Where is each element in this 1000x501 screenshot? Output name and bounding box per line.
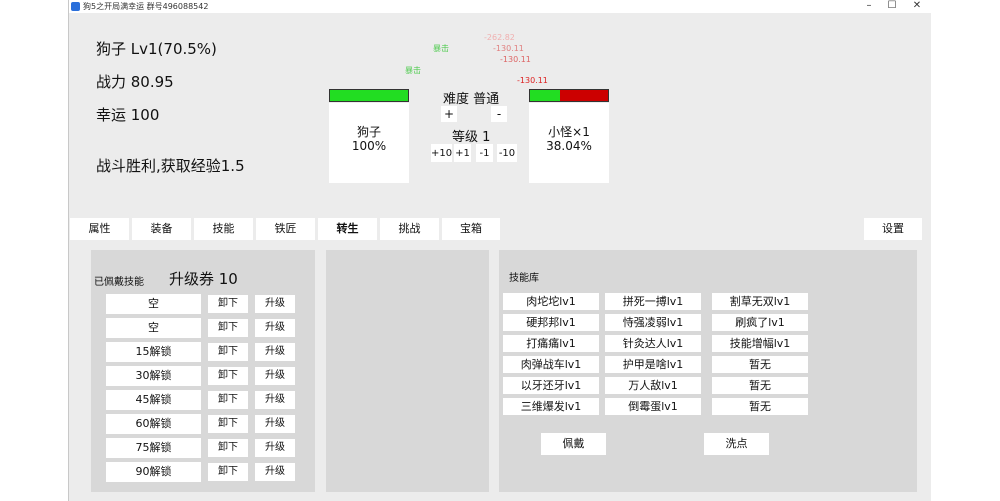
library-skill-item[interactable]: 肉弹战车lv1 bbox=[503, 356, 599, 373]
player-card: 狗子 100% bbox=[329, 103, 409, 183]
unequip-button[interactable]: 卸下 bbox=[208, 319, 248, 337]
reset-points-button[interactable]: 洗点 bbox=[704, 433, 769, 455]
library-skill-item[interactable]: 暂无 bbox=[712, 398, 808, 415]
upgrade-button[interactable]: 升级 bbox=[255, 391, 295, 409]
game-window: 狗5之开局满幸运 群号496088542 – ☐ ✕ 狗子 Lv1(70.5%)… bbox=[68, 0, 931, 501]
library-skill-item[interactable]: 暂无 bbox=[712, 377, 808, 394]
library-skill-item[interactable]: 恃强凌弱lv1 bbox=[605, 314, 701, 331]
library-skill-item[interactable]: 割草无双lv1 bbox=[712, 293, 808, 310]
library-skill-item[interactable]: 技能增幅lv1 bbox=[712, 335, 808, 352]
difficulty-plus-button[interactable]: + bbox=[441, 106, 457, 122]
skill-slot[interactable]: 15解锁 bbox=[106, 342, 201, 362]
tab-settings[interactable]: 设置 bbox=[864, 218, 922, 240]
unequip-button[interactable]: 卸下 bbox=[208, 463, 248, 481]
level-minus10-button[interactable]: -10 bbox=[497, 144, 517, 162]
upgrade-button[interactable]: 升级 bbox=[255, 343, 295, 361]
library-skill-item[interactable]: 三维爆发lv1 bbox=[503, 398, 599, 415]
title-bar: 狗5之开局满幸运 群号496088542 – ☐ ✕ bbox=[69, 0, 931, 13]
skill-slot[interactable]: 75解锁 bbox=[106, 438, 201, 458]
app-icon bbox=[71, 2, 80, 11]
level-label: 等级 1 bbox=[452, 130, 491, 145]
upgrade-button[interactable]: 升级 bbox=[255, 319, 295, 337]
enemy-hp-fill bbox=[530, 90, 560, 101]
damage-number: -130.11 bbox=[493, 44, 524, 53]
library-skill-item[interactable]: 肉坨坨lv1 bbox=[503, 293, 599, 310]
player-power: 战力 80.95 bbox=[96, 73, 174, 91]
skill-slot[interactable]: 90解锁 bbox=[106, 462, 201, 482]
skill-slot[interactable]: 60解锁 bbox=[106, 414, 201, 434]
library-skill-item[interactable]: 刷疯了lv1 bbox=[712, 314, 808, 331]
upgrade-button[interactable]: 升级 bbox=[255, 463, 295, 481]
unequip-button[interactable]: 卸下 bbox=[208, 439, 248, 457]
desktop-background-right bbox=[930, 0, 1000, 501]
skill-slot[interactable]: 空 bbox=[106, 294, 201, 314]
skill-slot[interactable]: 45解锁 bbox=[106, 390, 201, 410]
unequip-button[interactable]: 卸下 bbox=[208, 343, 248, 361]
library-skill-item[interactable]: 拼死一搏lv1 bbox=[605, 293, 701, 310]
upgrade-button[interactable]: 升级 bbox=[255, 415, 295, 433]
skill-slot[interactable]: 30解锁 bbox=[106, 366, 201, 386]
unequip-button[interactable]: 卸下 bbox=[208, 415, 248, 433]
upgrade-button[interactable]: 升级 bbox=[255, 367, 295, 385]
crit-text: 暴击 bbox=[433, 44, 449, 53]
level-minus1-button[interactable]: -1 bbox=[476, 144, 493, 162]
window-title: 狗5之开局满幸运 群号496088542 bbox=[83, 2, 209, 11]
unequip-button[interactable]: 卸下 bbox=[208, 295, 248, 313]
enemy-card-name: 小怪×1 bbox=[548, 125, 590, 139]
desktop-background-left bbox=[0, 0, 68, 501]
equipped-skills-title: 已佩戴技能 bbox=[94, 277, 144, 288]
enemy-hp-bar bbox=[529, 89, 609, 102]
maximize-icon[interactable]: ☐ bbox=[882, 0, 902, 12]
damage-number: -130.11 bbox=[517, 76, 548, 85]
library-skill-item[interactable]: 打痛痛lv1 bbox=[503, 335, 599, 352]
enemy-card-hp: 38.04% bbox=[546, 139, 592, 153]
player-name-level: 狗子 Lv1(70.5%) bbox=[96, 40, 217, 58]
level-plus10-button[interactable]: +10 bbox=[431, 144, 452, 162]
upgrade-button[interactable]: 升级 bbox=[255, 295, 295, 313]
library-skill-item[interactable]: 暂无 bbox=[712, 356, 808, 373]
library-skill-item[interactable]: 护甲是啥lv1 bbox=[605, 356, 701, 373]
unequip-button[interactable]: 卸下 bbox=[208, 391, 248, 409]
player-card-name: 狗子 bbox=[356, 125, 381, 139]
upgrade-button[interactable]: 升级 bbox=[255, 439, 295, 457]
minimize-icon[interactable]: – bbox=[859, 0, 879, 12]
game-content: 狗子 Lv1(70.5%) 战力 80.95 幸运 100 战斗胜利,获取经验1… bbox=[69, 13, 931, 501]
library-skill-item[interactable]: 针灸达人lv1 bbox=[605, 335, 701, 352]
upgrade-ticket-count: 升级券 10 bbox=[169, 270, 238, 288]
enemy-card: 小怪×1 38.04% bbox=[529, 103, 609, 183]
player-card-hp: 100% bbox=[351, 139, 387, 153]
library-skill-item[interactable]: 以牙还牙lv1 bbox=[503, 377, 599, 394]
crit-text: 暴击 bbox=[405, 66, 421, 75]
library-skill-item[interactable]: 硬邦邦lv1 bbox=[503, 314, 599, 331]
damage-number: -262.82 bbox=[484, 33, 515, 42]
tab-attributes[interactable]: 属性 bbox=[70, 218, 129, 240]
equip-button[interactable]: 佩戴 bbox=[541, 433, 606, 455]
difficulty-minus-button[interactable]: - bbox=[491, 106, 507, 122]
level-plus1-button[interactable]: +1 bbox=[454, 144, 471, 162]
tab-challenge[interactable]: 挑战 bbox=[380, 218, 439, 240]
battle-result: 战斗胜利,获取经验1.5 bbox=[96, 157, 245, 175]
skill-slot[interactable]: 空 bbox=[106, 318, 201, 338]
unequip-button[interactable]: 卸下 bbox=[208, 367, 248, 385]
close-icon[interactable]: ✕ bbox=[907, 0, 927, 12]
player-hp-bar bbox=[329, 89, 409, 102]
damage-number: -130.11 bbox=[500, 55, 531, 64]
player-luck: 幸运 100 bbox=[96, 106, 160, 124]
tab-equipment[interactable]: 装备 bbox=[132, 218, 191, 240]
tab-blacksmith[interactable]: 铁匠 bbox=[256, 218, 315, 240]
middle-panel bbox=[326, 250, 489, 492]
tab-chest[interactable]: 宝箱 bbox=[442, 218, 500, 240]
tab-skills[interactable]: 技能 bbox=[194, 218, 253, 240]
skill-library-title: 技能库 bbox=[509, 273, 539, 284]
tab-rebirth[interactable]: 转生 bbox=[318, 218, 377, 240]
difficulty-label: 难度 普通 bbox=[443, 92, 500, 107]
library-skill-item[interactable]: 万人敌lv1 bbox=[605, 377, 701, 394]
library-skill-item[interactable]: 倒霉蛋lv1 bbox=[605, 398, 701, 415]
player-hp-fill bbox=[330, 90, 408, 101]
